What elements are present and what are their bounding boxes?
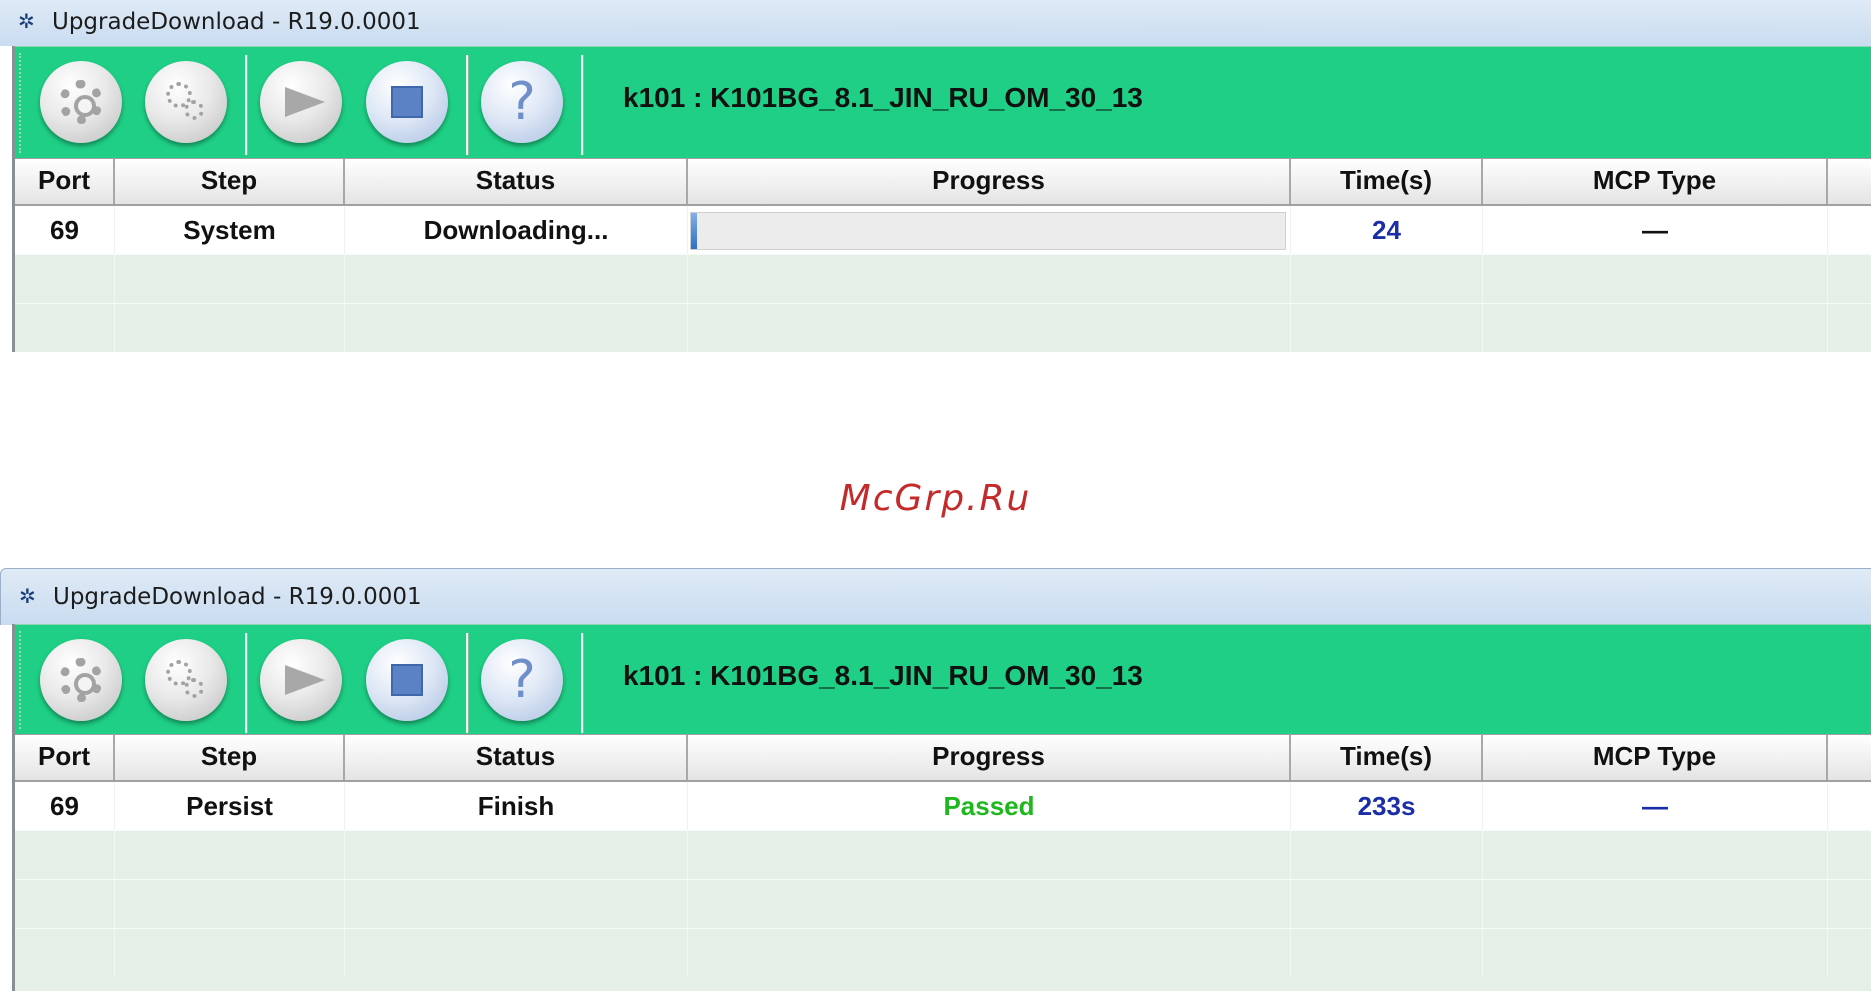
column-header-progress[interactable]: Progress: [688, 735, 1291, 780]
cell-step: Persist: [115, 782, 345, 830]
column-header-time[interactable]: Time(s): [1291, 159, 1483, 204]
column-header-port[interactable]: Port: [15, 159, 115, 204]
cell-extra: [1828, 782, 1871, 830]
watermark-text: McGrp.Ru: [839, 478, 1032, 519]
table-header: Port Step Status Progress Time(s) MCP Ty…: [15, 158, 1871, 206]
table-row[interactable]: 69 System Downloading... 24 —: [15, 206, 1871, 254]
table-row[interactable]: 69 Persist Finish Passed 233s —: [15, 782, 1871, 830]
column-header-status[interactable]: Status: [345, 159, 688, 204]
main-frame: ? k101 : K101BG_8.1_JIN_RU_OM_30_13 Port…: [12, 624, 1871, 991]
cell-port: 69: [15, 206, 115, 254]
column-header-extra[interactable]: [1828, 159, 1871, 204]
progress-bar: [690, 212, 1286, 250]
window-title: UpgradeDownload - R19.0.0001: [52, 9, 421, 35]
column-header-step[interactable]: Step: [115, 735, 345, 780]
progress-bar-fill: [691, 213, 697, 249]
settings-gear-icon: [59, 658, 103, 702]
empty-row: [15, 303, 1871, 352]
column-header-time[interactable]: Time(s): [1291, 735, 1483, 780]
title-bar[interactable]: ✲ UpgradeDownload - R19.0.0001: [0, 0, 1871, 46]
stop-icon: [391, 664, 423, 696]
port-table: Port Step Status Progress Time(s) MCP Ty…: [15, 158, 1871, 352]
empty-row: [15, 254, 1871, 303]
column-header-step[interactable]: Step: [115, 159, 345, 204]
cell-time: 233s: [1291, 782, 1483, 830]
cell-extra: [1828, 206, 1871, 254]
stop-icon: [391, 86, 423, 118]
toolbar-separator: [245, 55, 248, 155]
empty-row: [15, 928, 1871, 977]
toolbar: ? k101 : K101BG_8.1_JIN_RU_OM_30_13: [15, 46, 1871, 159]
cell-status: Downloading...: [345, 206, 688, 254]
toolbar: ? k101 : K101BG_8.1_JIN_RU_OM_30_13: [15, 624, 1871, 735]
toolbar-separator: [466, 55, 469, 155]
column-header-status[interactable]: Status: [345, 735, 688, 780]
app-icon: ✲: [19, 584, 36, 608]
settings-button[interactable]: [40, 61, 122, 143]
toolbar-separator: [245, 633, 248, 733]
app-icon: ✲: [18, 9, 35, 33]
start-arrow-icon: [285, 87, 325, 117]
toolbar-separator: [581, 633, 584, 733]
help-button[interactable]: ?: [481, 61, 563, 143]
stop-button[interactable]: [366, 61, 448, 143]
settings-button[interactable]: [40, 639, 122, 721]
start-arrow-icon: [285, 665, 325, 695]
stop-button[interactable]: [366, 639, 448, 721]
cell-time: 24: [1291, 206, 1483, 254]
table-header: Port Step Status Progress Time(s) MCP Ty…: [15, 734, 1871, 782]
cell-step: System: [115, 206, 345, 254]
help-icon: ?: [508, 650, 536, 710]
toolbar-separator: [466, 633, 469, 733]
cell-progress: [688, 206, 1291, 254]
upgrade-window-downloading: ✲ UpgradeDownload - R19.0.0001 ? k101 : …: [0, 0, 1871, 352]
start-button[interactable]: [260, 639, 342, 721]
start-button[interactable]: [260, 61, 342, 143]
upgrade-window-finished: ✲ UpgradeDownload - R19.0.0001 ? k101 : …: [0, 568, 1871, 991]
empty-row: [15, 830, 1871, 879]
column-header-mcp-type[interactable]: MCP Type: [1483, 159, 1828, 204]
window-title: UpgradeDownload - R19.0.0001: [53, 584, 422, 610]
column-header-mcp-type[interactable]: MCP Type: [1483, 735, 1828, 780]
advanced-settings-button[interactable]: [145, 61, 227, 143]
help-icon: ?: [508, 72, 536, 132]
cell-mcp-type: —: [1483, 782, 1828, 830]
cell-port: 69: [15, 782, 115, 830]
advanced-gears-icon: [162, 78, 210, 126]
column-header-extra[interactable]: [1828, 735, 1871, 780]
advanced-settings-button[interactable]: [145, 639, 227, 721]
firmware-title: k101 : K101BG_8.1_JIN_RU_OM_30_13: [623, 82, 1143, 113]
empty-row: [15, 879, 1871, 928]
title-bar[interactable]: ✲ UpgradeDownload - R19.0.0001: [0, 568, 1871, 625]
port-table: Port Step Status Progress Time(s) MCP Ty…: [15, 734, 1871, 977]
main-frame: ? k101 : K101BG_8.1_JIN_RU_OM_30_13 Port…: [12, 46, 1871, 352]
cell-status: Finish: [345, 782, 688, 830]
cell-mcp-type: —: [1483, 206, 1828, 254]
toolbar-grip[interactable]: [19, 53, 24, 153]
toolbar-grip[interactable]: [19, 631, 24, 729]
firmware-title: k101 : K101BG_8.1_JIN_RU_OM_30_13: [623, 660, 1143, 691]
settings-gear-icon: [59, 80, 103, 124]
toolbar-separator: [581, 55, 584, 155]
help-button[interactable]: ?: [481, 639, 563, 721]
advanced-gears-icon: [162, 656, 210, 704]
column-header-progress[interactable]: Progress: [688, 159, 1291, 204]
column-header-port[interactable]: Port: [15, 735, 115, 780]
cell-progress-passed: Passed: [688, 782, 1291, 830]
